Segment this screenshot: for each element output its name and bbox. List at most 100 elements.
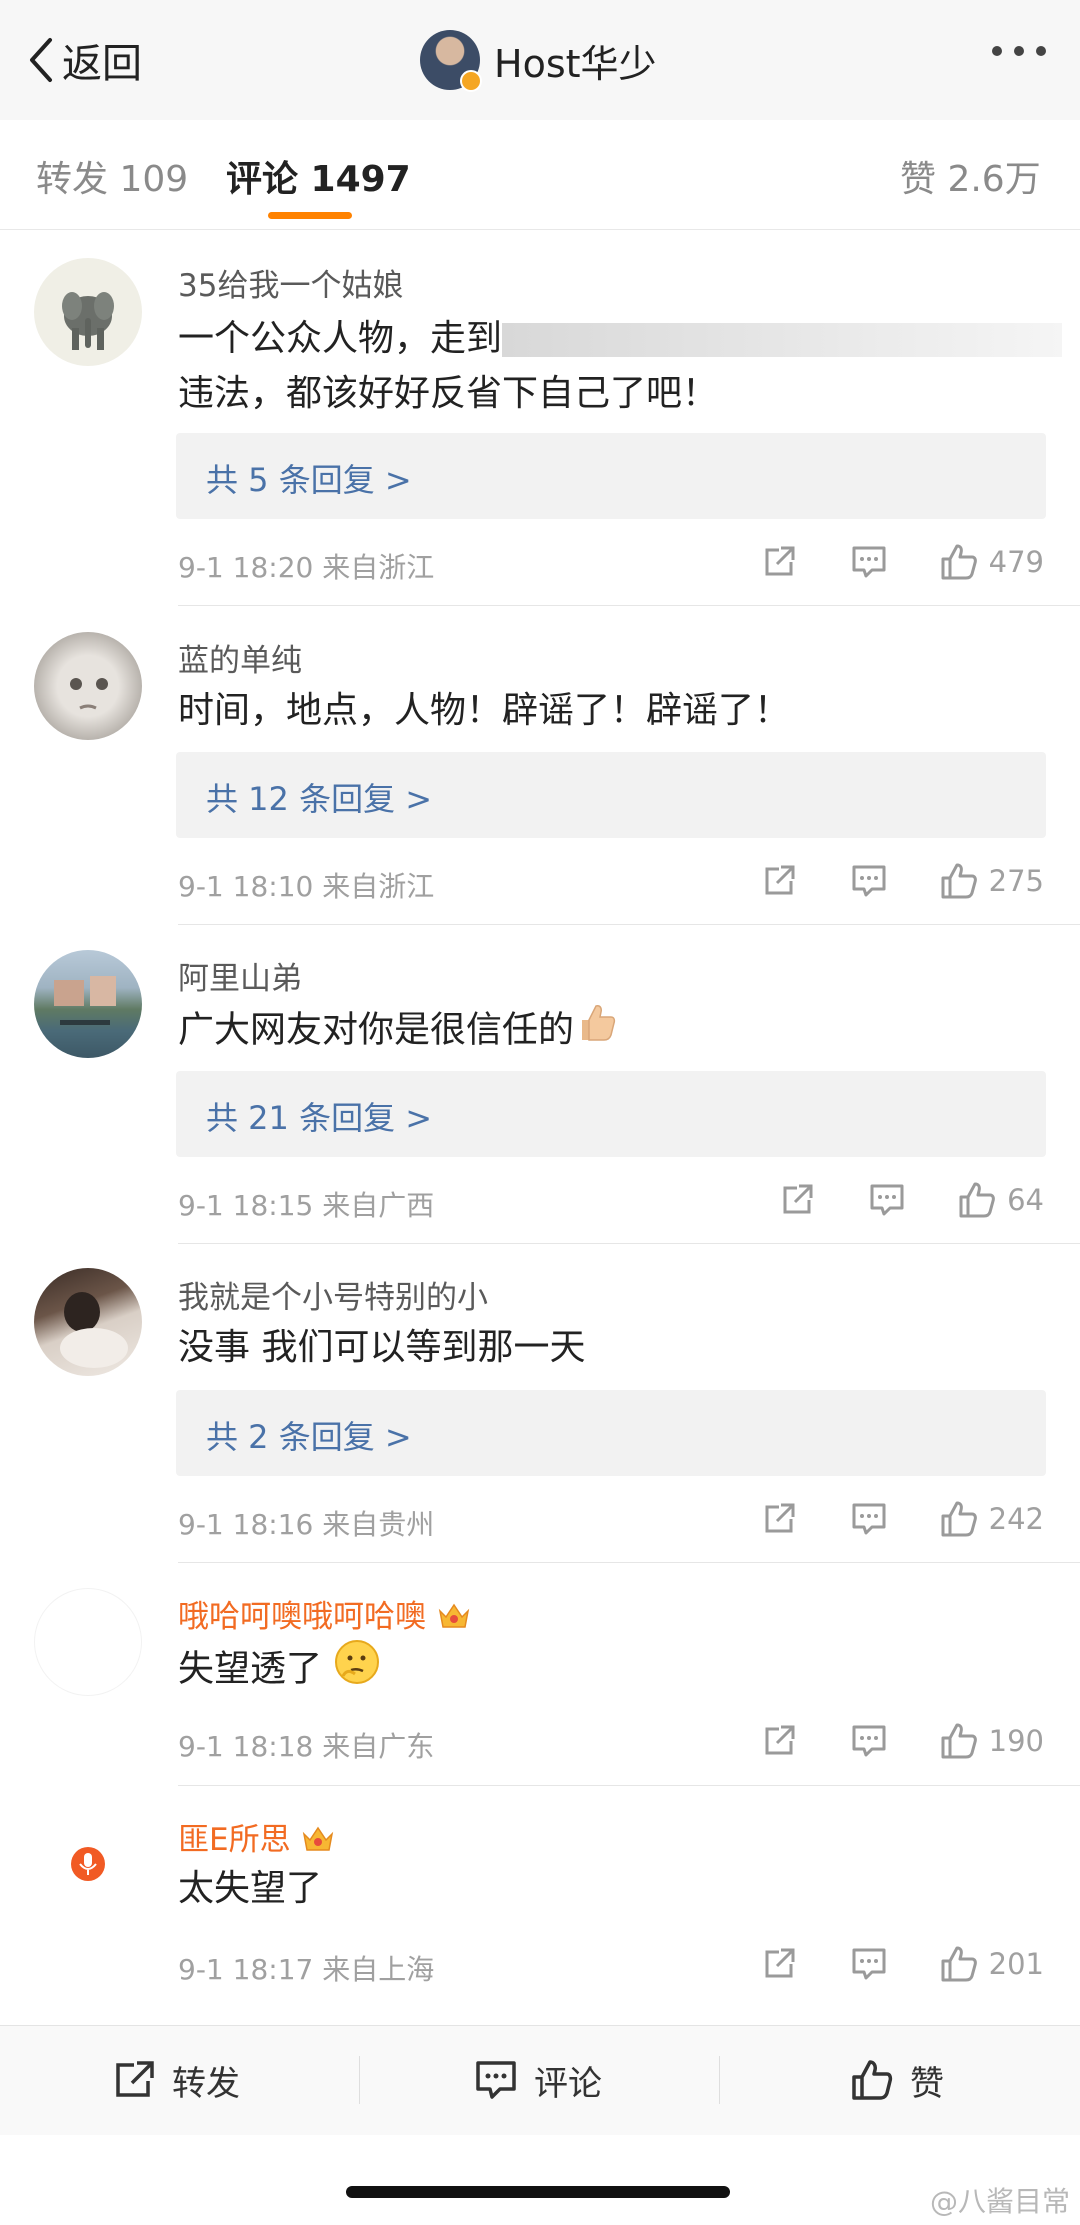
comment-meta: 9-1 18:15 来自广西 — [178, 1189, 435, 1222]
divider — [178, 924, 1080, 925]
comment-text-line: 失望透了 — [178, 1638, 381, 1703]
reply-icon[interactable] — [849, 1499, 889, 1539]
comment-text-line: 太失望了 — [178, 1868, 323, 1909]
comment-actions: 242 — [759, 1499, 1044, 1539]
commenter-avatar[interactable] — [34, 258, 142, 366]
share-icon[interactable] — [759, 542, 799, 582]
replies-link[interactable]: 共 5 条回复 > — [176, 433, 1046, 519]
tab-like[interactable]: 赞 2.6万 — [900, 150, 1041, 202]
back-label: 返回 — [62, 41, 142, 87]
more-dot-icon — [992, 46, 1002, 56]
home-indicator[interactable] — [346, 2186, 730, 2198]
reply-icon[interactable] — [849, 542, 889, 582]
microphone-icon — [71, 1847, 105, 1881]
bottom-action-bar: 转发 评论 赞 — [0, 2025, 1080, 2135]
share-icon[interactable] — [759, 1499, 799, 1539]
bottom-repost-button[interactable]: 转发 — [112, 2050, 240, 2110]
chevron-left-icon — [30, 38, 52, 82]
like-count: 242 — [988, 1502, 1044, 1536]
more-options-button[interactable] — [992, 46, 1046, 56]
tab-comment[interactable]: 评论 1497 — [226, 150, 411, 202]
commenter-avatar[interactable] — [34, 1588, 142, 1696]
share-icon[interactable] — [759, 1721, 799, 1761]
more-dot-icon — [1014, 46, 1024, 56]
comment-meta: 9-1 18:17 来自上海 — [178, 1953, 435, 1986]
profile-title[interactable]: Host华少 — [420, 28, 657, 92]
vip-crown-icon — [436, 1599, 472, 1639]
like-count: 275 — [988, 864, 1044, 898]
like-count: 479 — [988, 545, 1044, 579]
comment-text-line: 时间，地点，人物！辟谣了！辟谣了！ — [178, 690, 791, 731]
like-icon[interactable] — [957, 1180, 997, 1220]
share-icon[interactable] — [777, 1180, 817, 1220]
baby-face-icon — [70, 678, 108, 710]
commenter-avatar[interactable] — [34, 1268, 142, 1376]
divider — [178, 605, 1080, 606]
redaction-block — [502, 323, 1063, 357]
comment-meta: 9-1 18:18 来自广东 — [178, 1730, 435, 1763]
comment-actions: 201 — [759, 1944, 1044, 1984]
watermark: @八酱目常 — [929, 2185, 1070, 2218]
person-photo-icon — [60, 1292, 128, 1368]
back-button[interactable]: 返回 — [28, 30, 142, 90]
replies-link[interactable]: 共 12 条回复 > — [176, 752, 1046, 838]
more-dot-icon — [1036, 46, 1046, 56]
reply-icon[interactable] — [849, 1721, 889, 1761]
replies-link[interactable]: 共 2 条回复 > — [176, 1390, 1046, 1476]
separator — [359, 2056, 360, 2104]
like-icon[interactable] — [939, 1944, 979, 1984]
separator — [719, 2056, 720, 2104]
tab-bar: 转发 109 评论 1497 赞 2.6万 — [0, 120, 1080, 230]
like-icon[interactable] — [939, 542, 979, 582]
bottom-like-button[interactable]: 赞 — [850, 2050, 944, 2110]
comment-text-line: 没事 我们可以等到那一天 — [178, 1327, 586, 1368]
elephant-icon — [62, 292, 114, 350]
commenter-avatar[interactable] — [34, 632, 142, 740]
comment-meta: 9-1 18:16 来自贵州 — [178, 1508, 435, 1541]
commenter-name[interactable]: 哦哈呵噢哦呵哈噢 — [178, 1591, 472, 1639]
thinking-emoji-icon — [333, 1638, 381, 1703]
reply-icon[interactable] — [849, 861, 889, 901]
commenter-name[interactable]: 35给我一个姑娘 — [178, 260, 403, 305]
comment-meta: 9-1 18:20 来自浙江 — [178, 551, 435, 584]
comment-actions: 479 — [759, 542, 1044, 582]
divider — [178, 1562, 1080, 1563]
bottom-comment-button[interactable]: 评论 — [474, 2050, 602, 2110]
reply-icon[interactable] — [849, 1944, 889, 1984]
vip-crown-icon — [300, 1822, 336, 1862]
like-icon[interactable] — [939, 1721, 979, 1761]
comment-icon — [476, 2061, 516, 2099]
comment-text-line: 广大网友对你是很信任的 — [178, 1000, 620, 1063]
like-count: 190 — [988, 1724, 1044, 1758]
like-icon[interactable] — [939, 1499, 979, 1539]
share-icon[interactable] — [759, 1944, 799, 1984]
like-icon — [852, 2060, 893, 2100]
comment-text-line: 违法，都该好好反省下自己了吧！ — [178, 373, 719, 414]
top-nav-bar: 返回 Host华少 — [0, 0, 1080, 120]
share-icon — [116, 2061, 154, 2097]
thumbs-up-emoji-icon — [574, 1000, 620, 1063]
commenter-name[interactable]: 阿里山弟 — [178, 953, 302, 998]
commenter-name[interactable]: 匪E所思 — [178, 1814, 336, 1862]
divider — [178, 1243, 1080, 1244]
divider — [178, 1785, 1080, 1786]
bottom-comment-label: 评论 — [534, 2063, 602, 2104]
commenter-name[interactable]: 我就是个小号特别的小 — [178, 1272, 488, 1317]
commenter-name[interactable]: 蓝的单纯 — [178, 635, 302, 680]
reply-icon[interactable] — [867, 1180, 907, 1220]
bottom-like-label: 赞 — [910, 2063, 944, 2104]
share-icon[interactable] — [759, 861, 799, 901]
page-title: Host华少 — [494, 41, 657, 86]
bottom-repost-label: 转发 — [172, 2063, 240, 2104]
comment-actions: 275 — [759, 861, 1044, 901]
like-count: 64 — [1007, 1183, 1044, 1217]
tab-repost[interactable]: 转发 109 — [36, 150, 188, 202]
active-tab-indicator — [268, 212, 352, 219]
comment-actions: 190 — [759, 1721, 1044, 1761]
commenter-avatar[interactable] — [34, 950, 142, 1058]
comment-actions: 64 — [777, 1180, 1044, 1220]
like-icon[interactable] — [939, 861, 979, 901]
commenter-avatar[interactable] — [34, 1810, 142, 1918]
replies-link[interactable]: 共 21 条回复 > — [176, 1071, 1046, 1157]
host-avatar[interactable] — [420, 30, 482, 92]
